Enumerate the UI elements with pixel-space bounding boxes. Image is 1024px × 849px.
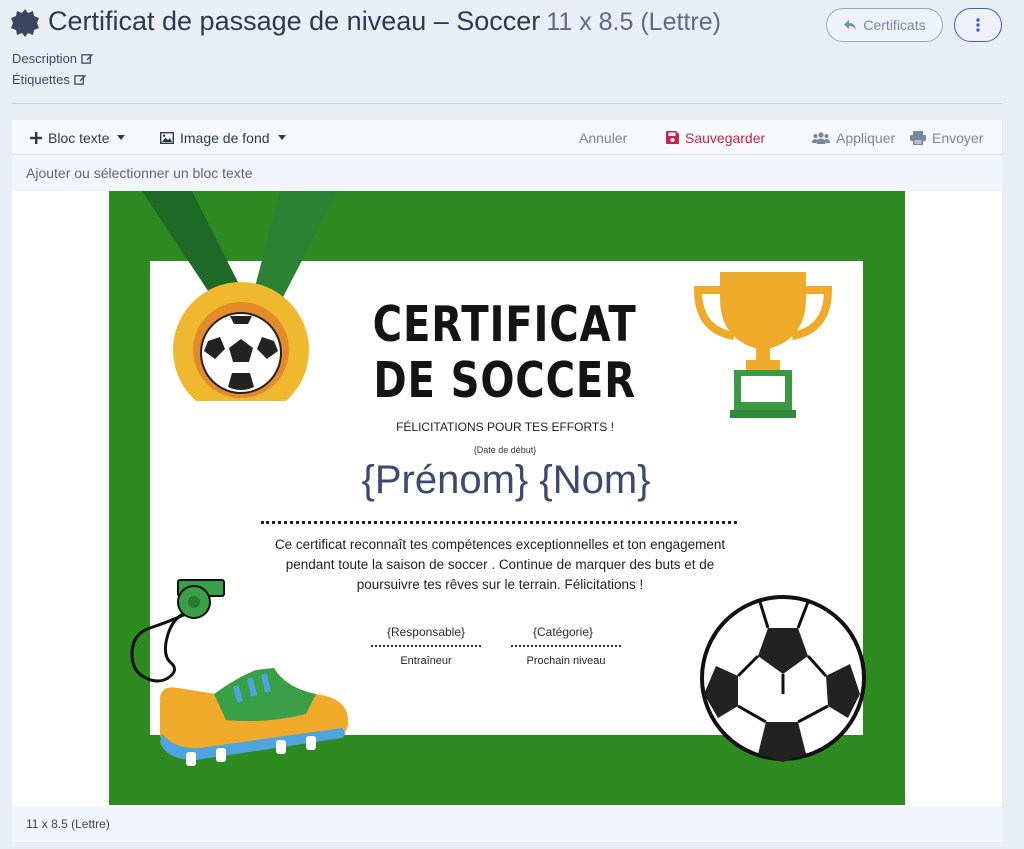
editor-hint: Ajouter ou sélectionner un bloc texte xyxy=(12,155,1002,191)
certificate-title-line2: DE SOCCER xyxy=(373,352,636,409)
certificate-start-date[interactable]: {Date de début} xyxy=(430,445,580,455)
send-label: Envoyer xyxy=(932,129,984,146)
send-button[interactable]: Envoyer xyxy=(910,120,983,155)
description-label: Description xyxy=(12,51,78,66)
save-icon xyxy=(666,131,679,144)
description-link[interactable]: Description xyxy=(12,51,94,66)
background-image-label: Image de fond xyxy=(180,129,270,146)
tags-label: Étiquettes xyxy=(12,72,70,87)
tags-link[interactable]: Étiquettes xyxy=(12,72,87,87)
header-divider xyxy=(12,103,1002,104)
background-image-dropdown[interactable]: Image de fond xyxy=(160,120,286,155)
signature-left-line xyxy=(371,645,481,647)
text-block-dropdown[interactable]: Bloc texte xyxy=(30,120,126,155)
kebab-icon xyxy=(976,18,980,32)
apply-label: Appliquer xyxy=(836,129,896,146)
certificate-title[interactable]: CERTIFICAT DE SOCCER xyxy=(279,297,730,409)
save-button[interactable]: Sauvegarder xyxy=(666,120,765,155)
dotted-separator xyxy=(261,521,737,524)
apply-button[interactable]: Appliquer xyxy=(812,120,895,155)
certificate-subtitle[interactable]: FÉLICITATIONS POUR TES EFFORTS ! xyxy=(330,420,680,434)
edit-icon xyxy=(74,74,86,85)
signature-right-line xyxy=(511,645,621,647)
page-title: Certificat de passage de niveau – Soccer… xyxy=(48,6,721,37)
send-icon xyxy=(910,130,926,145)
editor-toolbar: Bloc texte Image de fond Annuler Sauvega… xyxy=(12,120,1002,155)
soccer-shoe-icon xyxy=(159,668,349,766)
image-icon xyxy=(160,131,174,144)
page-title-text: Certificat de passage de niveau – Soccer xyxy=(48,6,541,36)
back-button-label: Certificats xyxy=(863,17,926,33)
signature-left-field[interactable]: {Responsable} xyxy=(371,625,481,639)
caret-down-icon xyxy=(117,135,126,140)
text-block-label: Bloc texte xyxy=(48,129,110,146)
more-options-button[interactable] xyxy=(954,8,1002,42)
soccer-ball-icon xyxy=(700,595,866,762)
signature-right-label[interactable]: Prochain niveau xyxy=(506,655,626,667)
users-icon xyxy=(812,131,830,144)
edit-icon xyxy=(81,53,94,64)
reply-icon xyxy=(844,20,857,30)
caret-down-icon xyxy=(277,135,286,140)
format-footer: 11 x 8.5 (Lettre) xyxy=(12,806,1002,842)
page-format: 11 x 8.5 (Lettre) xyxy=(546,8,721,36)
cancel-label: Annuler xyxy=(579,129,628,146)
save-label: Sauvegarder xyxy=(685,129,766,146)
signature-left-label[interactable]: Entraîneur xyxy=(366,655,486,667)
certificate-title-line1: CERTIFICAT xyxy=(372,296,637,353)
cancel-button[interactable]: Annuler xyxy=(579,120,627,155)
certificate-recipient-name[interactable]: {Prénom} {Nom} xyxy=(300,458,712,503)
certificate-body-text[interactable]: Ce certificat reconnaît tes compétences … xyxy=(258,535,742,595)
plus-icon xyxy=(30,131,42,144)
back-to-certificates-button[interactable]: Certificats xyxy=(826,8,943,42)
certificate-badge-icon xyxy=(11,9,39,37)
signature-right-field[interactable]: {Catégorie} xyxy=(508,625,618,639)
